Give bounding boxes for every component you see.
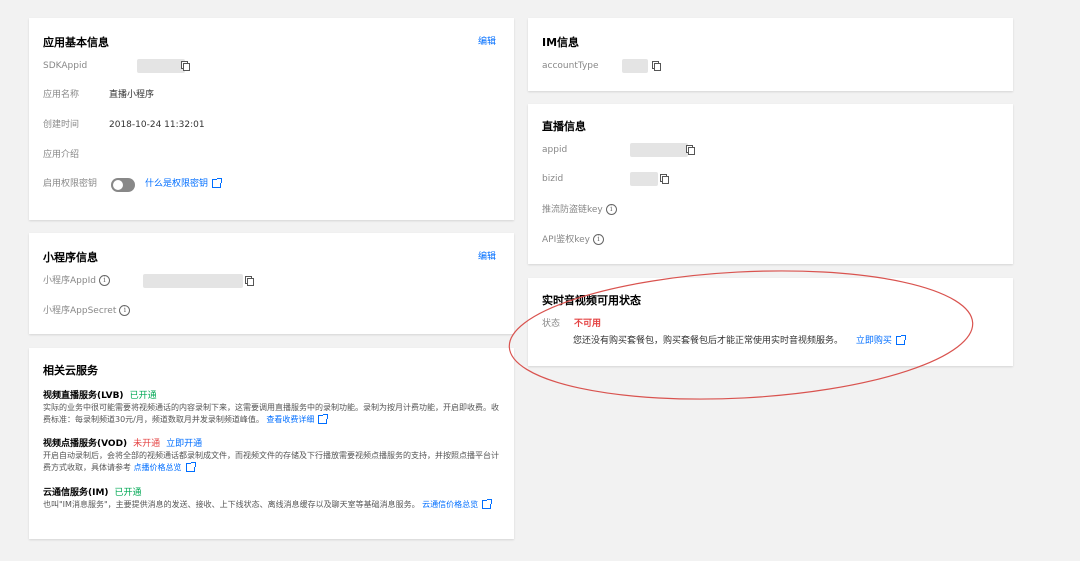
- live-appid-label: appid: [542, 145, 568, 155]
- live-appid-row: appid: [542, 143, 1002, 157]
- miniprogram-edit-link[interactable]: 编辑: [478, 249, 496, 262]
- app-info-card: 应用基本信息 编辑 SDKAppid 应用名称 直播小程序 创建时间 2018-…: [29, 18, 514, 220]
- miniprogram-secret-row: 小程序AppSecret i: [43, 304, 503, 318]
- buy-now-link[interactable]: 立即购买: [856, 335, 906, 346]
- info-icon[interactable]: i: [605, 204, 617, 215]
- info-icon[interactable]: i: [593, 234, 604, 245]
- copy-icon[interactable]: [686, 145, 695, 155]
- bizid-row: bizid: [542, 172, 1002, 186]
- service-im-desc: 也叫"IM消息服务"，主要提供消息的发送、接收、上下线状态、离线消息缓存以及聊天…: [43, 499, 503, 511]
- rtc-state-row: 状态 不可用: [542, 317, 1002, 331]
- app-name-label: 应用名称: [43, 90, 80, 100]
- service-status: 已开通: [114, 488, 142, 498]
- permission-key-help-text[interactable]: 什么是权限密钥: [145, 179, 208, 189]
- app-info-title: 应用基本信息: [43, 36, 109, 49]
- cloud-services-card: 相关云服务 视频直播服务(LVB) 已开通 实际的业务中很可能需要将视频通话的内容…: [29, 348, 514, 539]
- miniprogram-appid-masked-value: [143, 274, 243, 288]
- sdkappid-row: SDKAppid: [43, 59, 503, 73]
- service-name: 视频直播服务(LVB): [43, 391, 124, 401]
- permission-key-help-link[interactable]: 什么是权限密钥: [145, 177, 223, 191]
- live-appid-masked-value: [630, 143, 688, 157]
- copy-icon[interactable]: [652, 61, 661, 71]
- service-vod-title: 视频点播服务(VOD) 未开通 立即开通: [43, 436, 202, 449]
- im-info-card: IM信息 accountType: [528, 18, 1013, 91]
- miniprogram-secret-label: 小程序AppSecret: [43, 306, 117, 316]
- service-desc-text: 开启自动录制后，会将全部的视频通话都录制成文件，而视频文件的存储及下行播放需要视…: [43, 451, 499, 472]
- external-link-icon: [482, 499, 493, 509]
- external-link-icon: [318, 414, 329, 424]
- rtc-message-row: 您还没有购买套餐包，购买套餐包后才能正常使用实时音视频服务。 立即购买: [573, 334, 1003, 348]
- rtc-state-label: 状态: [542, 319, 561, 329]
- copy-icon[interactable]: [245, 276, 254, 286]
- im-pricing-link[interactable]: 云通信价格总览: [422, 499, 493, 509]
- account-type-row: accountType: [542, 59, 1002, 73]
- service-name: 视频点播服务(VOD): [43, 439, 128, 449]
- permission-key-toggle[interactable]: [111, 178, 135, 192]
- external-link-icon: [212, 178, 223, 188]
- api-key-row: API鉴权key i: [542, 233, 1002, 247]
- service-status: 已开通: [129, 391, 157, 401]
- rtc-status-title: 实时音视频可用状态: [542, 294, 641, 307]
- created-row: 创建时间 2018-10-24 11:32:01: [43, 118, 503, 132]
- service-status: 未开通: [133, 439, 161, 449]
- rtc-state-value: 不可用: [574, 319, 602, 329]
- bizid-label: bizid: [542, 174, 564, 184]
- external-link-icon: [895, 335, 906, 345]
- miniprogram-card: 小程序信息 编辑 小程序AppId i 小程序AppSecret i: [29, 233, 514, 334]
- push-key-row: 推流防盗链key i: [542, 203, 1002, 217]
- vod-pricing-link[interactable]: 点播价格总览: [134, 462, 196, 472]
- vod-pricing-link-text[interactable]: 点播价格总览: [134, 463, 182, 472]
- app-name-value: 直播小程序: [109, 90, 155, 100]
- lvb-pricing-link[interactable]: 查看收费详细: [266, 414, 329, 424]
- permission-key-row: 启用权限密钥 什么是权限密钥: [43, 177, 503, 193]
- service-lvb-title: 视频直播服务(LVB) 已开通: [43, 388, 157, 401]
- sdkappid-label: SDKAppid: [43, 61, 88, 71]
- rtc-status-card: 实时音视频可用状态 状态 不可用 您还没有购买套餐包，购买套餐包后才能正常使用实…: [528, 278, 1013, 366]
- external-link-icon: [185, 462, 196, 472]
- live-info-title: 直播信息: [542, 120, 586, 133]
- api-key-label: API鉴权key: [542, 235, 590, 245]
- account-type-masked-value: [622, 59, 648, 73]
- permission-key-label: 启用权限密钥: [43, 179, 98, 189]
- created-label: 创建时间: [43, 120, 80, 130]
- sdkappid-masked-value: [137, 59, 185, 73]
- intro-row: 应用介绍: [43, 148, 503, 162]
- miniprogram-appid-label: 小程序AppId: [43, 276, 96, 286]
- rtc-message-text: 您还没有购买套餐包，购买套餐包后才能正常使用实时音视频服务。: [573, 336, 844, 346]
- account-type-label: accountType: [542, 61, 599, 71]
- service-lvb-desc: 实际的业务中很可能需要将视频通话的内容录制下来，这需要调用直播服务中的录制功能。…: [43, 402, 503, 426]
- bizid-masked-value: [630, 172, 658, 186]
- copy-icon[interactable]: [660, 174, 669, 184]
- service-vod-desc: 开启自动录制后，会将全部的视频通话都录制成文件，而视频文件的存储及下行播放需要视…: [43, 450, 503, 474]
- service-name: 云通信服务(IM): [43, 488, 109, 498]
- app-name-row: 应用名称 直播小程序: [43, 88, 503, 102]
- service-desc-text: 也叫"IM消息服务"，主要提供消息的发送、接收、上下线状态、离线消息缓存以及聊天…: [43, 500, 420, 509]
- info-icon[interactable]: i: [98, 275, 110, 286]
- intro-label: 应用介绍: [43, 150, 80, 160]
- miniprogram-appid-row: 小程序AppId i: [43, 274, 503, 288]
- push-key-label: 推流防盗链key: [542, 205, 603, 215]
- live-info-card: 直播信息 appid bizid 推流防盗链key i API鉴权key i: [528, 104, 1013, 264]
- miniprogram-title: 小程序信息: [43, 251, 98, 264]
- created-value: 2018-10-24 11:32:01: [109, 120, 205, 130]
- cloud-services-title: 相关云服务: [43, 364, 98, 377]
- copy-icon[interactable]: [181, 61, 190, 71]
- vod-activate-link[interactable]: 立即开通: [166, 439, 202, 449]
- info-icon[interactable]: i: [119, 305, 131, 316]
- app-info-edit-link[interactable]: 编辑: [478, 34, 496, 47]
- im-info-title: IM信息: [542, 36, 580, 49]
- buy-now-link-text[interactable]: 立即购买: [856, 336, 892, 346]
- lvb-pricing-link-text[interactable]: 查看收费详细: [266, 415, 314, 424]
- service-im-title: 云通信服务(IM) 已开通: [43, 485, 142, 498]
- im-pricing-link-text[interactable]: 云通信价格总览: [422, 500, 478, 509]
